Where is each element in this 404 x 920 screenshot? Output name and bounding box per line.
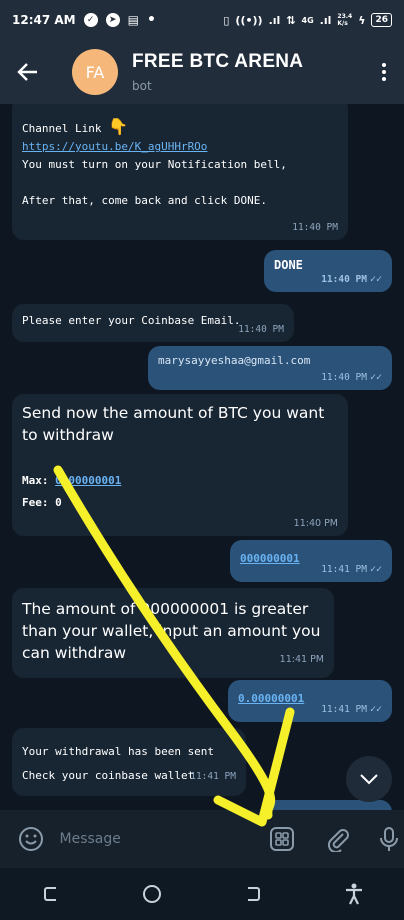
more-vertical-icon	[382, 63, 386, 67]
fee-label: Fee:	[22, 496, 49, 509]
arrow-left-icon	[17, 63, 37, 81]
status-bar: 12:47 AM ✓ ➤ ▤ • ▯ ((•)) .ıl ⇅ 4G .ıl 23…	[0, 0, 404, 40]
message-text: The amount of 000000001 is greater than …	[22, 600, 321, 662]
message-text: Please enter your Coinbase Email.	[22, 314, 241, 327]
message-list[interactable]: Channel Link 👇 https://youtu.be/K_agUHHr…	[0, 104, 404, 810]
signal-icon: .ıl	[268, 13, 281, 27]
paperclip-icon	[327, 829, 349, 852]
message-time: 11:40 PM	[238, 324, 284, 335]
status-time: 12:47 AM	[12, 13, 76, 27]
charging-icon: ϟ	[358, 13, 366, 27]
back-button[interactable]	[0, 40, 56, 104]
message-link[interactable]: 000000001	[240, 552, 300, 565]
outgoing-message: DONE 11:40 PM ✓✓	[264, 250, 392, 292]
message-time: 11:41 PM	[190, 771, 236, 782]
speed-unit: K/s	[337, 20, 348, 27]
chat-header: FA FREE BTC ARENA bot	[0, 40, 404, 104]
message-text: Your withdrawal has been sent	[22, 745, 215, 758]
outgoing-message: 0.00000001 11:41 PM ✓✓	[228, 680, 392, 722]
vibrate-icon: ▯	[223, 13, 230, 27]
battery-indicator: 26	[371, 13, 392, 27]
microphone-icon	[380, 827, 399, 851]
signal-icon-2: .ıl	[319, 13, 332, 27]
network-type: 4G	[301, 15, 314, 25]
message-input-bar	[0, 810, 404, 868]
messenger-icon: ✓	[83, 13, 98, 27]
smile-icon	[18, 827, 43, 851]
speed-value: 23.4	[337, 13, 353, 20]
home-circle-icon	[142, 885, 161, 903]
message-link[interactable]: https://youtu.be/K_agUHHrROo	[22, 138, 338, 156]
message-text: You must turn on your Notification bell,	[22, 158, 287, 171]
data-arrows-icon: ⇅	[286, 13, 296, 27]
message-text: DONE	[274, 258, 303, 272]
hotspot-icon: ((•))	[235, 13, 263, 27]
bot-keyboard-icon	[270, 827, 295, 851]
double-check-icon: ✓✓	[369, 704, 382, 715]
message-time: 11:40 PM	[292, 222, 338, 233]
recent-apps-icon	[43, 887, 56, 901]
home-button[interactable]	[132, 874, 172, 914]
message-time: 11:40 PM	[321, 372, 367, 383]
recent-apps-button[interactable]	[31, 874, 71, 914]
outgoing-message: 000000001 11:41 PM ✓✓	[230, 540, 392, 582]
notification-icon: ▤	[127, 13, 139, 27]
system-nav-bar	[0, 868, 404, 920]
pointing-down-emoji: 👇	[108, 117, 129, 136]
max-value-link[interactable]: 0.00000001	[55, 474, 121, 487]
bot-keyboard-button[interactable]	[268, 824, 298, 854]
double-check-icon: ✓✓	[369, 372, 382, 383]
avatar[interactable]: FA	[72, 49, 118, 95]
chat-subtitle: bot	[132, 79, 152, 93]
message-time: 11:41 PM	[321, 564, 367, 575]
back-nav-button[interactable]	[233, 874, 273, 914]
more-menu-button[interactable]	[364, 63, 404, 81]
voice-record-button[interactable]	[375, 824, 404, 854]
dot-icon: •	[146, 12, 156, 28]
message-time: 11:40 PM	[293, 518, 338, 529]
message-text: marysayyeshaa@gmail.com	[158, 354, 311, 367]
max-label: Max:	[22, 474, 49, 487]
chat-title: FREE BTC ARENA	[132, 51, 304, 72]
message-text: Channel Link	[22, 122, 102, 135]
emoji-button[interactable]	[16, 824, 46, 854]
chevron-down-icon	[360, 774, 378, 785]
double-check-icon: ✓✓	[369, 274, 382, 285]
message-input[interactable]	[59, 831, 230, 847]
speed-indicator: 23.4 K/s	[337, 13, 352, 27]
message-time: 11:41 PM	[321, 704, 367, 715]
incoming-message: Send now the amount of BTC you want to w…	[12, 394, 348, 536]
message-text: Send now the amount of BTC you want to w…	[22, 404, 325, 444]
double-check-icon: ✓✓	[369, 564, 382, 575]
incoming-message: Your withdrawal has been sent Check your…	[12, 728, 246, 796]
telegram-icon: ➤	[105, 13, 120, 27]
back-nav-icon	[247, 887, 260, 901]
incoming-message: The amount of 000000001 is greater than …	[12, 588, 334, 678]
accessibility-button[interactable]	[334, 874, 374, 914]
attach-button[interactable]	[323, 824, 353, 854]
fee-value: 0	[55, 496, 62, 509]
message-time: 11:40 PM	[321, 274, 367, 285]
incoming-message: Channel Link 👇 https://youtu.be/K_agUHHr…	[12, 104, 348, 240]
message-time: 11:41 PM	[279, 654, 324, 665]
outgoing-message: marysayyeshaa@gmail.com 11:40 PM ✓✓	[148, 346, 392, 390]
message-link[interactable]: 0.00000001	[238, 692, 304, 705]
incoming-message: Please enter your Coinbase Email. 11:40 …	[12, 304, 294, 342]
accessibility-icon	[345, 883, 362, 905]
scroll-down-button[interactable]	[346, 756, 392, 802]
message-text: After that, come back and click DONE.	[22, 194, 268, 207]
chat-title-block[interactable]: FREE BTC ARENA bot	[132, 51, 303, 93]
